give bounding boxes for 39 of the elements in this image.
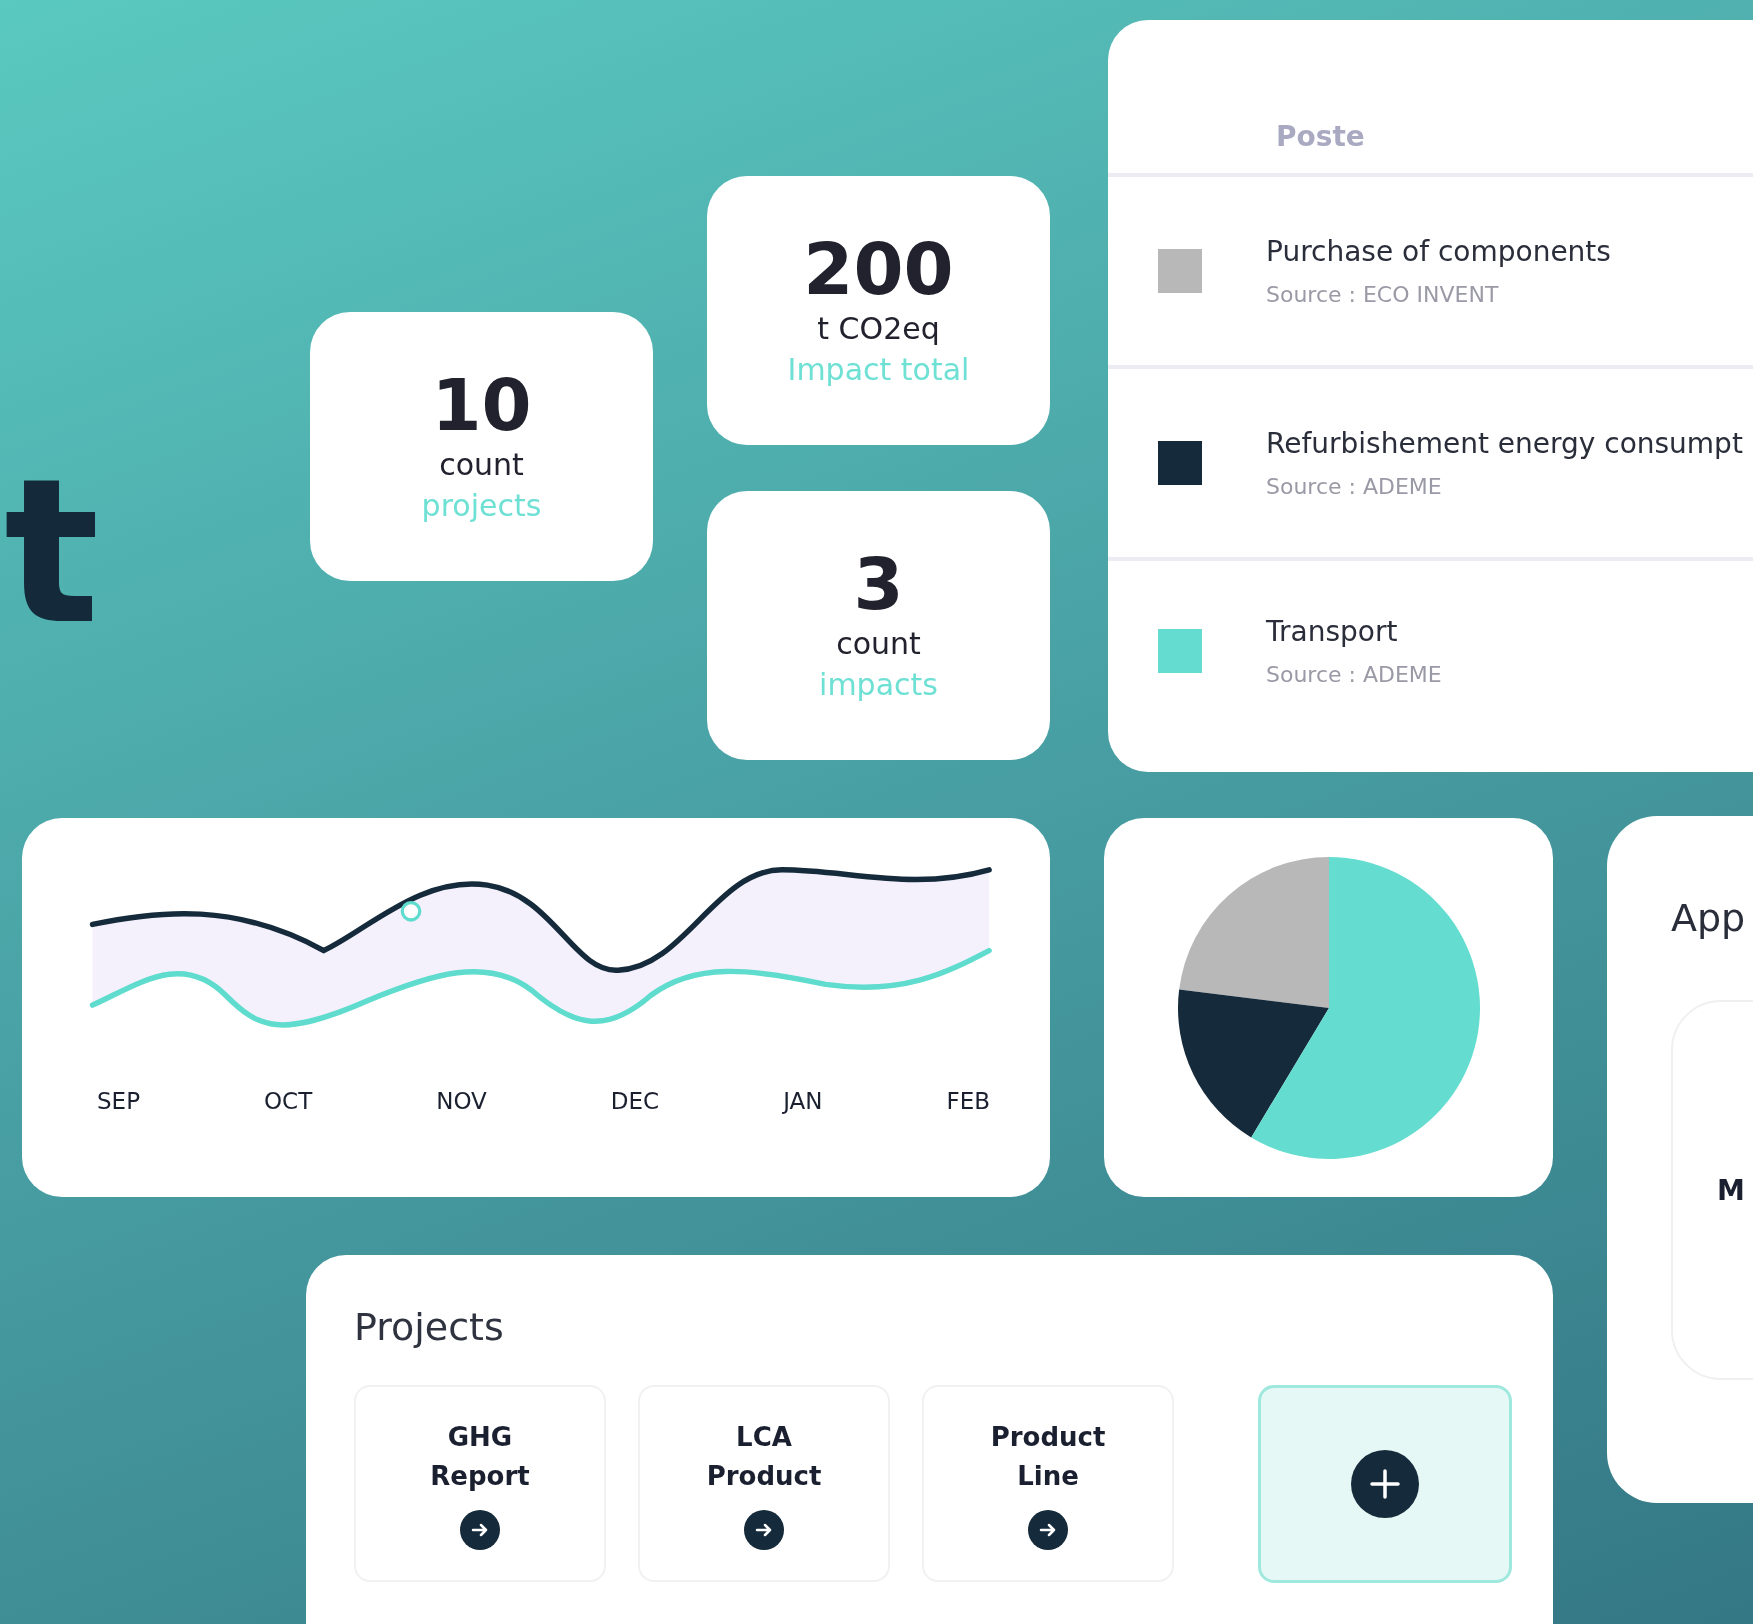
app-tile-label: M [1717, 1173, 1745, 1207]
project-tile[interactable]: Product Line [922, 1385, 1174, 1582]
month-label: OCT [264, 1088, 313, 1114]
stat-value: 10 [431, 368, 532, 444]
stat-unit: count [439, 445, 524, 484]
hero-heading: t [4, 452, 100, 652]
emission-name: Refurbishement energy consumpt [1266, 427, 1743, 460]
project-tile[interactable]: GHG Report [354, 1385, 606, 1582]
stat-label: projects [421, 486, 542, 525]
emission-source: Source : ADEME [1266, 474, 1443, 499]
month-label: JAN [783, 1088, 823, 1114]
project-tile[interactable]: LCA Product [638, 1385, 890, 1582]
stat-label: Impact total [787, 350, 970, 389]
arrow-right-icon[interactable] [460, 1509, 500, 1550]
stat-unit: count [836, 624, 921, 663]
emission-name: Transport [1266, 615, 1399, 648]
plus-icon [1351, 1450, 1419, 1518]
month-label: DEC [610, 1088, 660, 1114]
app-tile[interactable]: M [1671, 1000, 1753, 1380]
add-project-button[interactable] [1258, 1385, 1512, 1583]
month-label: NOV [436, 1088, 487, 1114]
card-title: Projects [354, 1305, 505, 1349]
emission-source: Source : ECO INVENT [1266, 282, 1500, 307]
emission-source: Source : ADEME [1266, 662, 1442, 687]
column-header: Poste [1108, 120, 1753, 177]
project-name: Product Line [989, 1420, 1107, 1493]
data-point [400, 900, 422, 922]
stat-value: 200 [803, 232, 954, 308]
emission-name: Purchase of components [1266, 235, 1611, 268]
arrow-right-icon[interactable] [744, 1509, 784, 1550]
stat-label: impacts [819, 665, 938, 704]
project-name: GHG Report [429, 1420, 531, 1493]
project-name: LCA Product [705, 1420, 823, 1493]
stat-unit: t CO2eq [817, 309, 940, 348]
arrow-right-icon[interactable] [1028, 1509, 1068, 1550]
stat-value: 3 [853, 547, 904, 623]
month-label: SEP [97, 1088, 140, 1114]
month-label: FEB [946, 1088, 990, 1114]
card-title: App [1671, 896, 1747, 940]
